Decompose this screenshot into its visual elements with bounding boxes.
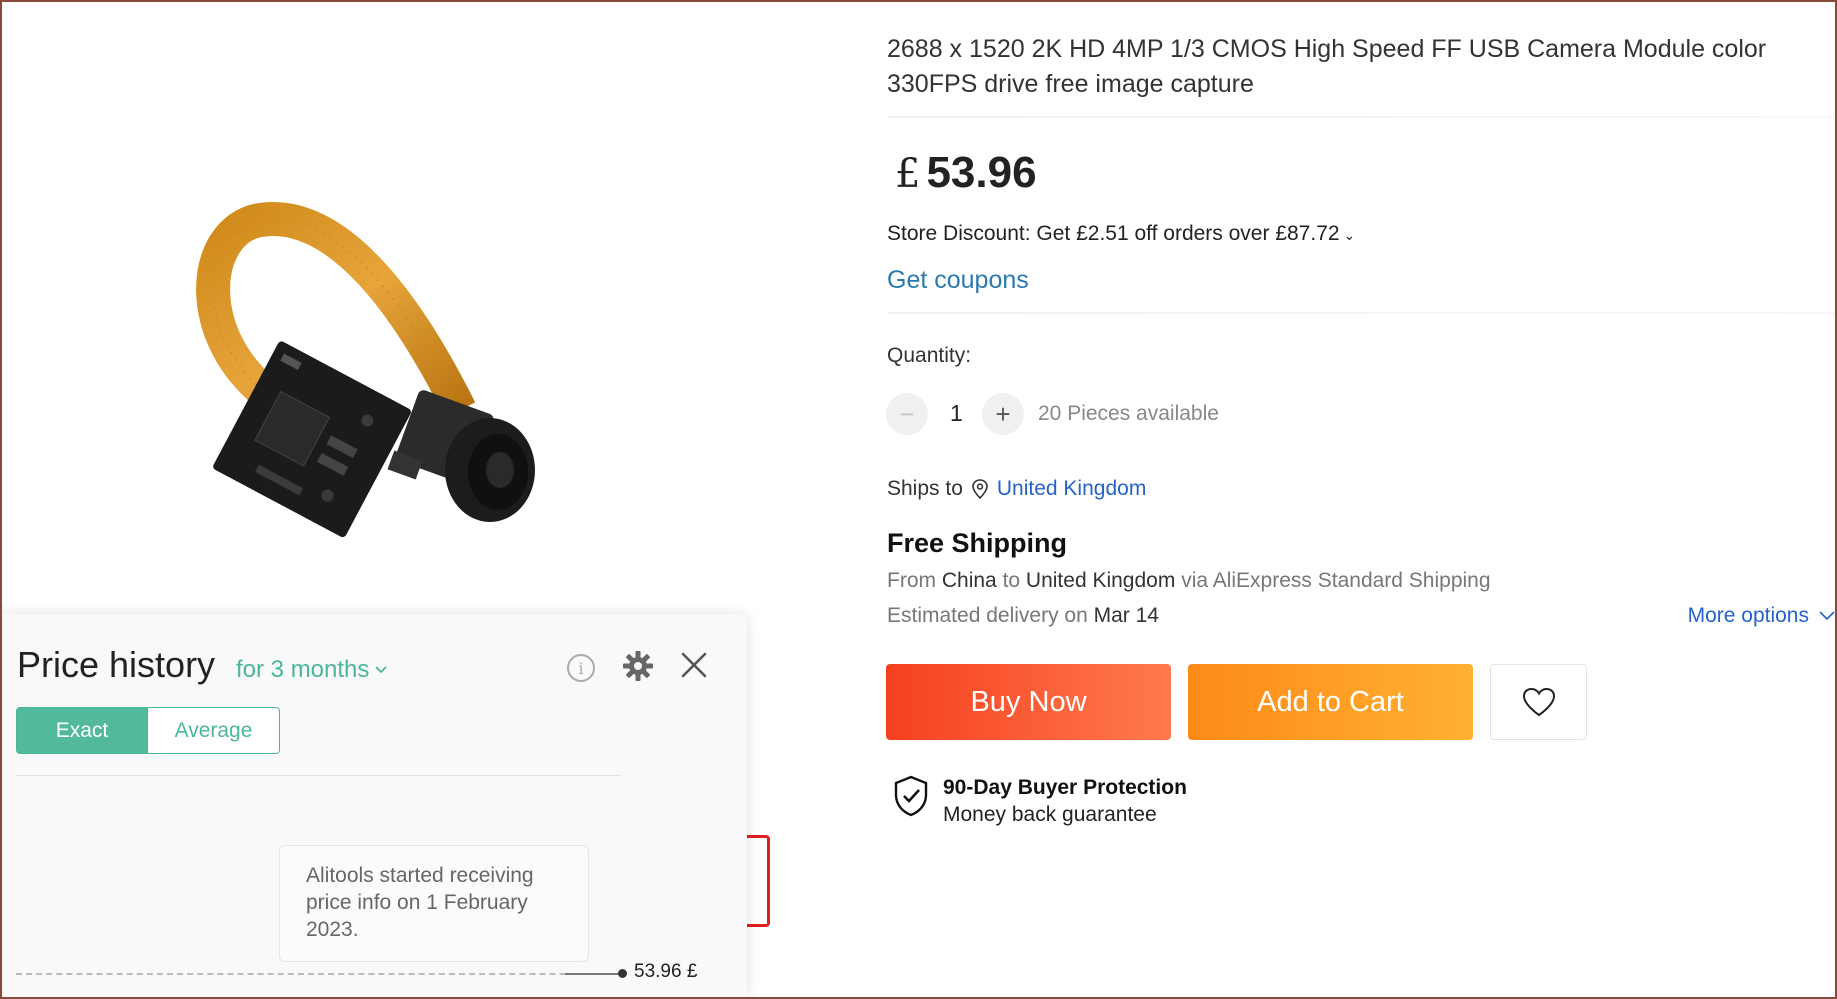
eta-date: Mar 14 — [1093, 604, 1159, 627]
buy-now-button[interactable]: Buy Now — [886, 664, 1171, 740]
gear-icon[interactable] — [622, 650, 654, 682]
get-coupons-link[interactable]: Get coupons — [887, 266, 1029, 295]
to-country: United Kingdom — [1025, 569, 1176, 592]
period-label: for 3 months — [236, 656, 370, 683]
shipping-method: via AliExpress Standard Shipping — [1181, 569, 1491, 592]
price-history-panel: Price history for 3 months i Exact Avera… — [0, 614, 747, 999]
price-history-line — [16, 973, 616, 975]
tab-average[interactable]: Average — [148, 707, 280, 754]
ships-to-location-link[interactable]: United Kingdom — [997, 477, 1146, 501]
price-history-title: Price history — [17, 644, 216, 685]
ships-to-label: Ships to — [887, 477, 963, 500]
price-value: 53.96 — [926, 148, 1037, 197]
price-history-current-price: 53.96 £ — [634, 961, 698, 982]
pieces-available: 20 Pieces available — [1038, 402, 1219, 425]
chevron-down-icon: ⌄ — [1343, 227, 1356, 243]
quantity-decrease-button[interactable]: − — [886, 393, 928, 435]
buyer-protection: 90-Day Buyer Protection Money back guara… — [893, 775, 1187, 829]
to-word: to — [1002, 569, 1021, 592]
info-icon[interactable]: i — [567, 654, 595, 682]
currency-symbol: £ — [895, 151, 921, 197]
wishlist-button[interactable] — [1490, 664, 1587, 740]
quantity-increase-button[interactable]: + — [982, 393, 1024, 435]
quantity-value[interactable]: 1 — [950, 400, 963, 427]
free-shipping-heading: Free Shipping — [887, 528, 1068, 558]
location-pin-icon — [972, 479, 988, 499]
shipping-route: From China to United Kingdom via AliExpr… — [887, 569, 1491, 593]
from-prefix: From — [887, 569, 936, 592]
protection-subtitle: Money back guarantee — [943, 803, 1157, 826]
product-image[interactable] — [180, 190, 640, 610]
product-price: £53.96 — [895, 148, 1037, 198]
store-discount[interactable]: Store Discount: Get £2.51 off orders ove… — [887, 222, 1355, 246]
view-toggle: Exact Average — [16, 707, 280, 754]
estimated-delivery: Estimated delivery on Mar 14 — [887, 604, 1159, 628]
eta-prefix: Estimated delivery on — [887, 604, 1088, 627]
price-history-point[interactable] — [618, 969, 627, 978]
from-country: China — [941, 569, 997, 592]
chevron-down-icon — [1819, 611, 1835, 621]
product-title: 2688 x 1520 2K HD 4MP 1/3 CMOS High Spee… — [887, 35, 1767, 98]
more-options-link[interactable]: More options — [1688, 604, 1835, 628]
heart-icon — [1522, 687, 1555, 717]
price-history-current-segment — [565, 973, 623, 975]
quantity-label: Quantity: — [887, 344, 972, 367]
ships-to: Ships to United Kingdom — [887, 477, 1146, 501]
divider — [887, 116, 1837, 118]
divider — [16, 775, 621, 776]
store-discount-text: Store Discount: Get £2.51 off orders ove… — [887, 222, 1340, 245]
divider — [887, 312, 1837, 314]
shield-check-icon — [894, 775, 928, 817]
chevron-down-icon — [375, 666, 388, 674]
price-history-tooltip: Alitools started receiving price info on… — [279, 845, 589, 962]
add-to-cart-button[interactable]: Add to Cart — [1188, 664, 1473, 740]
close-icon[interactable] — [679, 650, 709, 680]
protection-title: 90-Day Buyer Protection — [943, 776, 1187, 799]
period-dropdown[interactable]: for 3 months — [236, 656, 388, 684]
more-options-label: More options — [1687, 604, 1809, 627]
tab-exact[interactable]: Exact — [16, 707, 148, 754]
